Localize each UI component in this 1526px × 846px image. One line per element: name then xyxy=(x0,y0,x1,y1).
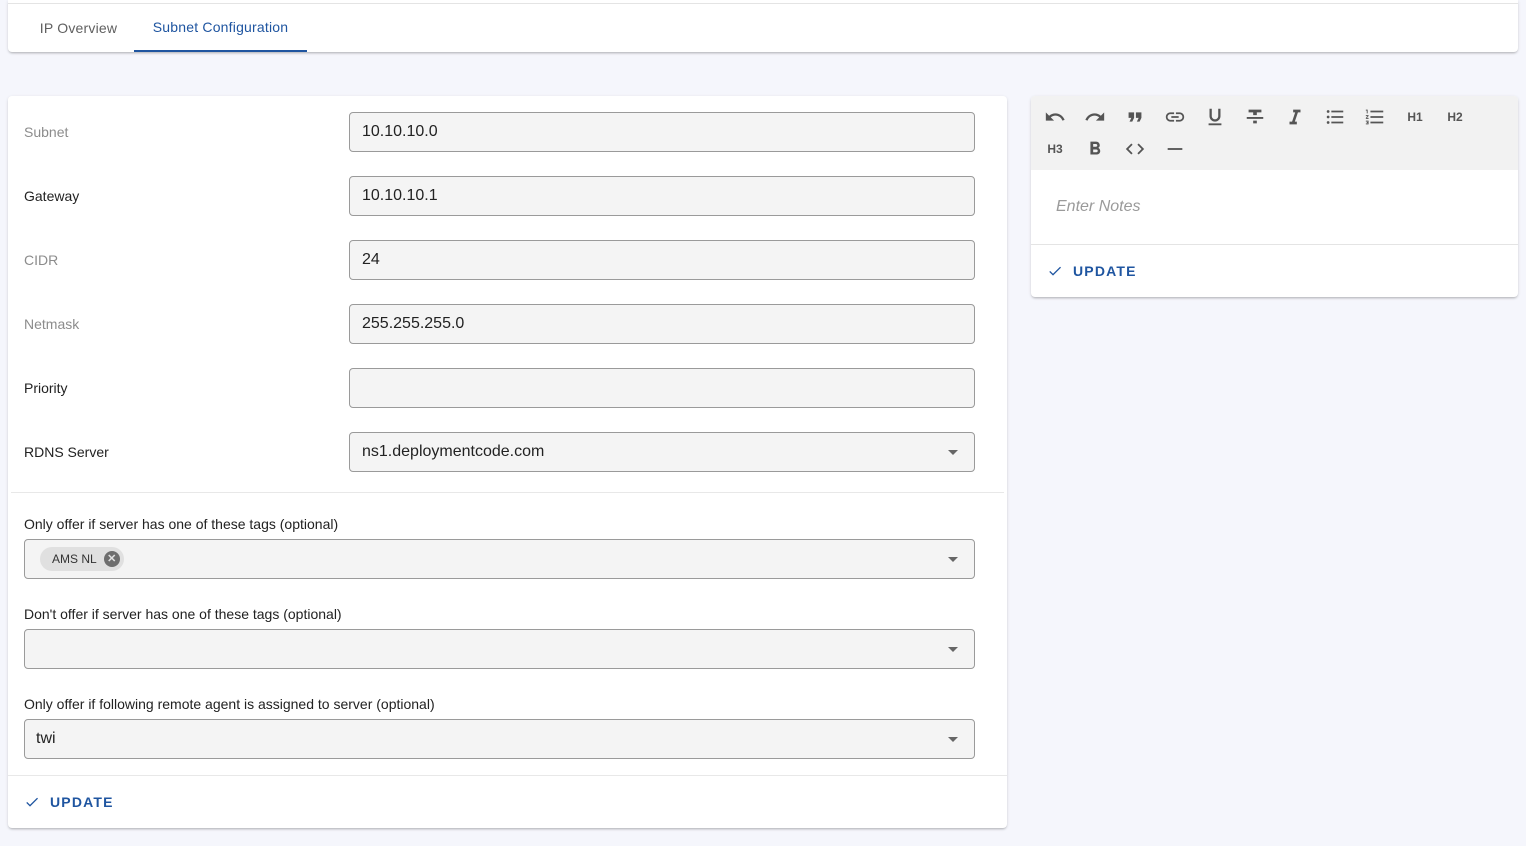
cidr-value: 24 xyxy=(362,251,380,268)
remote-agent-select[interactable]: twi xyxy=(24,719,975,759)
blockquote-icon[interactable] xyxy=(1119,103,1151,131)
subnet-form-card: Subnet 10.10.10.0 Gateway 10.10.10.1 CID… xyxy=(8,96,1007,828)
bullet-list-icon[interactable] xyxy=(1319,103,1351,131)
chevron-down-icon xyxy=(948,557,958,562)
ordered-list-icon[interactable] xyxy=(1359,103,1391,131)
tab-ip-overview[interactable]: IP Overview xyxy=(24,4,133,52)
check-icon xyxy=(1049,266,1061,276)
include-tags-select[interactable]: AMS NL ✕ xyxy=(24,539,975,579)
bold-icon[interactable] xyxy=(1079,135,1111,163)
gateway-field[interactable]: 10.10.10.1 xyxy=(349,176,975,216)
notes-input[interactable]: Enter Notes xyxy=(1056,198,1140,216)
actions-divider xyxy=(8,775,1007,776)
rdns-server-value: ns1.deploymentcode.com xyxy=(362,443,545,460)
strikethrough-icon[interactable] xyxy=(1239,103,1271,131)
tag-chip: AMS NL ✕ xyxy=(40,547,124,571)
tab-subnet-configuration[interactable]: Subnet Configuration xyxy=(134,4,307,52)
notes-divider xyxy=(1031,244,1518,245)
cidr-label: CIDR xyxy=(24,252,59,268)
gateway-label: Gateway xyxy=(24,188,80,204)
code-icon[interactable] xyxy=(1119,135,1151,163)
chevron-down-icon xyxy=(948,450,958,455)
underline-icon[interactable] xyxy=(1199,103,1231,131)
subnet-value: 10.10.10.0 xyxy=(362,123,438,140)
netmask-field[interactable]: 255.255.255.0 xyxy=(349,304,975,344)
redo-icon[interactable] xyxy=(1079,103,1111,131)
italic-icon[interactable] xyxy=(1279,103,1311,131)
update-subnet-button[interactable]: UPDATE xyxy=(16,784,122,820)
cidr-field[interactable]: 24 xyxy=(349,240,975,280)
remote-agent-value: twi xyxy=(36,730,56,747)
heading-2-button[interactable]: H2 xyxy=(1439,103,1471,131)
remove-tag-icon[interactable]: ✕ xyxy=(103,551,120,567)
heading-3-button[interactable]: H3 xyxy=(1039,135,1071,163)
heading-1-button[interactable]: H1 xyxy=(1399,103,1431,131)
priority-label: Priority xyxy=(24,380,68,396)
include-tags-label: Only offer if server has one of these ta… xyxy=(24,516,339,532)
update-notes-button[interactable]: UPDATE xyxy=(1039,253,1145,289)
remote-agent-label: Only offer if following remote agent is … xyxy=(24,696,435,712)
netmask-label: Netmask xyxy=(24,316,80,332)
rdns-server-select[interactable]: ns1.deploymentcode.com xyxy=(349,432,975,472)
rdns-server-label: RDNS Server xyxy=(24,444,109,460)
netmask-value: 255.255.255.0 xyxy=(362,315,465,332)
update-notes-label: UPDATE xyxy=(1073,263,1137,279)
tag-chip-label: AMS NL xyxy=(52,552,97,566)
undo-icon[interactable] xyxy=(1039,103,1071,131)
subnet-field[interactable]: 10.10.10.0 xyxy=(349,112,975,152)
tab-bar: IP Overview Subnet Configuration xyxy=(8,0,1518,52)
editor-toolbar: H1 H2 H3 xyxy=(1031,96,1518,170)
subnet-label: Subnet xyxy=(24,124,69,140)
link-icon[interactable] xyxy=(1159,103,1191,131)
exclude-tags-select[interactable] xyxy=(24,629,975,669)
priority-field[interactable] xyxy=(349,368,975,408)
update-subnet-label: UPDATE xyxy=(50,794,114,810)
section-divider xyxy=(11,492,1004,493)
chevron-down-icon xyxy=(948,647,958,652)
notes-card: H1 H2 H3 Enter Notes UPDATE xyxy=(1031,96,1518,297)
gateway-value: 10.10.10.1 xyxy=(362,187,438,204)
horizontal-rule-icon[interactable] xyxy=(1159,135,1191,163)
chevron-down-icon xyxy=(948,737,958,742)
check-icon xyxy=(26,797,38,807)
exclude-tags-label: Don't offer if server has one of these t… xyxy=(24,606,342,622)
